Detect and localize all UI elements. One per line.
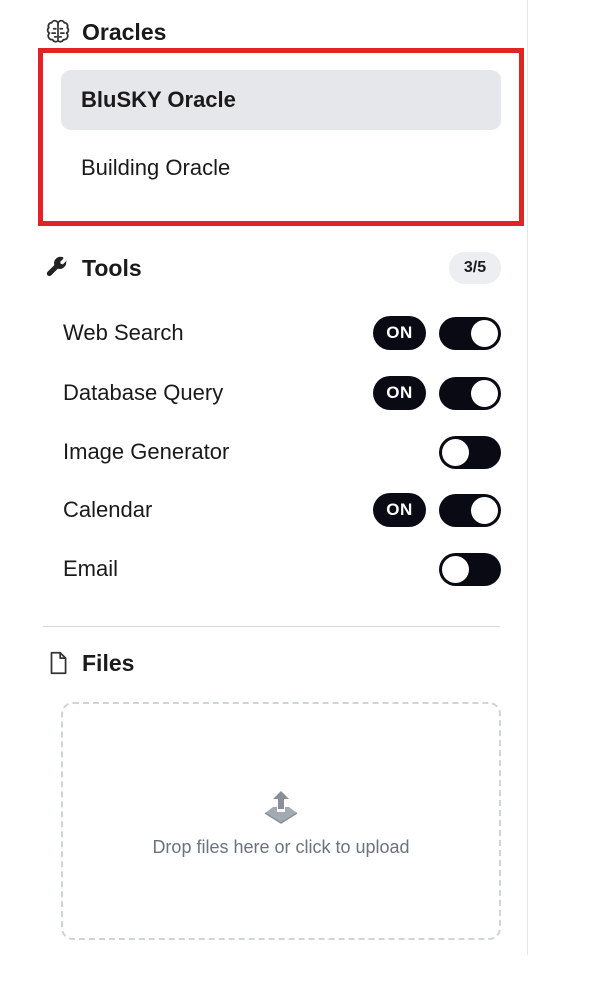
files-header: Files — [44, 648, 134, 678]
tool-row-image-generator: Image Generator — [63, 432, 501, 472]
tool-label: Image Generator — [63, 439, 230, 464]
tool-row-web-search: Web Search ON — [63, 313, 501, 353]
oracle-item-label: BluSKY Oracle — [81, 87, 236, 112]
wrench-icon — [44, 254, 72, 282]
image-generator-toggle[interactable] — [439, 435, 501, 469]
files-title: Files — [82, 649, 135, 676]
toggle-knob — [471, 496, 498, 524]
on-badge: ON — [373, 316, 426, 350]
oracle-item-label: Building Oracle — [81, 155, 231, 180]
tool-label: Calendar — [63, 497, 153, 522]
tools-header: Tools — [44, 253, 142, 283]
oracles-header: Oracles — [44, 17, 166, 47]
toggle-knob — [442, 438, 469, 466]
section-divider — [43, 626, 500, 627]
sidebar-panel: Oracles BluSKY Oracle Building Oracle To… — [0, 0, 528, 955]
toggle-knob — [471, 379, 498, 407]
web-search-toggle[interactable] — [439, 316, 501, 350]
upload-icon — [259, 785, 303, 829]
tool-label: Web Search — [63, 320, 184, 345]
tools-title: Tools — [82, 254, 142, 281]
oracle-item-building[interactable]: Building Oracle — [61, 138, 501, 198]
tool-row-email: Email — [63, 549, 501, 589]
tool-label: Email — [63, 556, 119, 581]
tool-label: Database Query — [63, 380, 224, 405]
dropzone-text: Drop files here or click to upload — [152, 836, 410, 857]
calendar-toggle[interactable] — [439, 493, 501, 527]
tool-row-database-query: Database Query ON — [63, 373, 501, 413]
tools-count-badge: 3/5 — [449, 252, 501, 284]
brain-icon — [44, 18, 72, 46]
file-icon — [44, 649, 72, 677]
oracle-item-blusky[interactable]: BluSKY Oracle — [61, 70, 501, 130]
email-toggle[interactable] — [439, 552, 501, 586]
on-badge: ON — [373, 376, 426, 410]
oracles-title: Oracles — [82, 18, 167, 45]
file-dropzone[interactable]: Drop files here or click to upload — [61, 702, 501, 940]
tool-row-calendar: Calendar ON — [63, 490, 501, 530]
toggle-knob — [442, 555, 469, 583]
toggle-knob — [471, 319, 498, 347]
database-query-toggle[interactable] — [439, 376, 501, 410]
on-badge: ON — [373, 493, 426, 527]
